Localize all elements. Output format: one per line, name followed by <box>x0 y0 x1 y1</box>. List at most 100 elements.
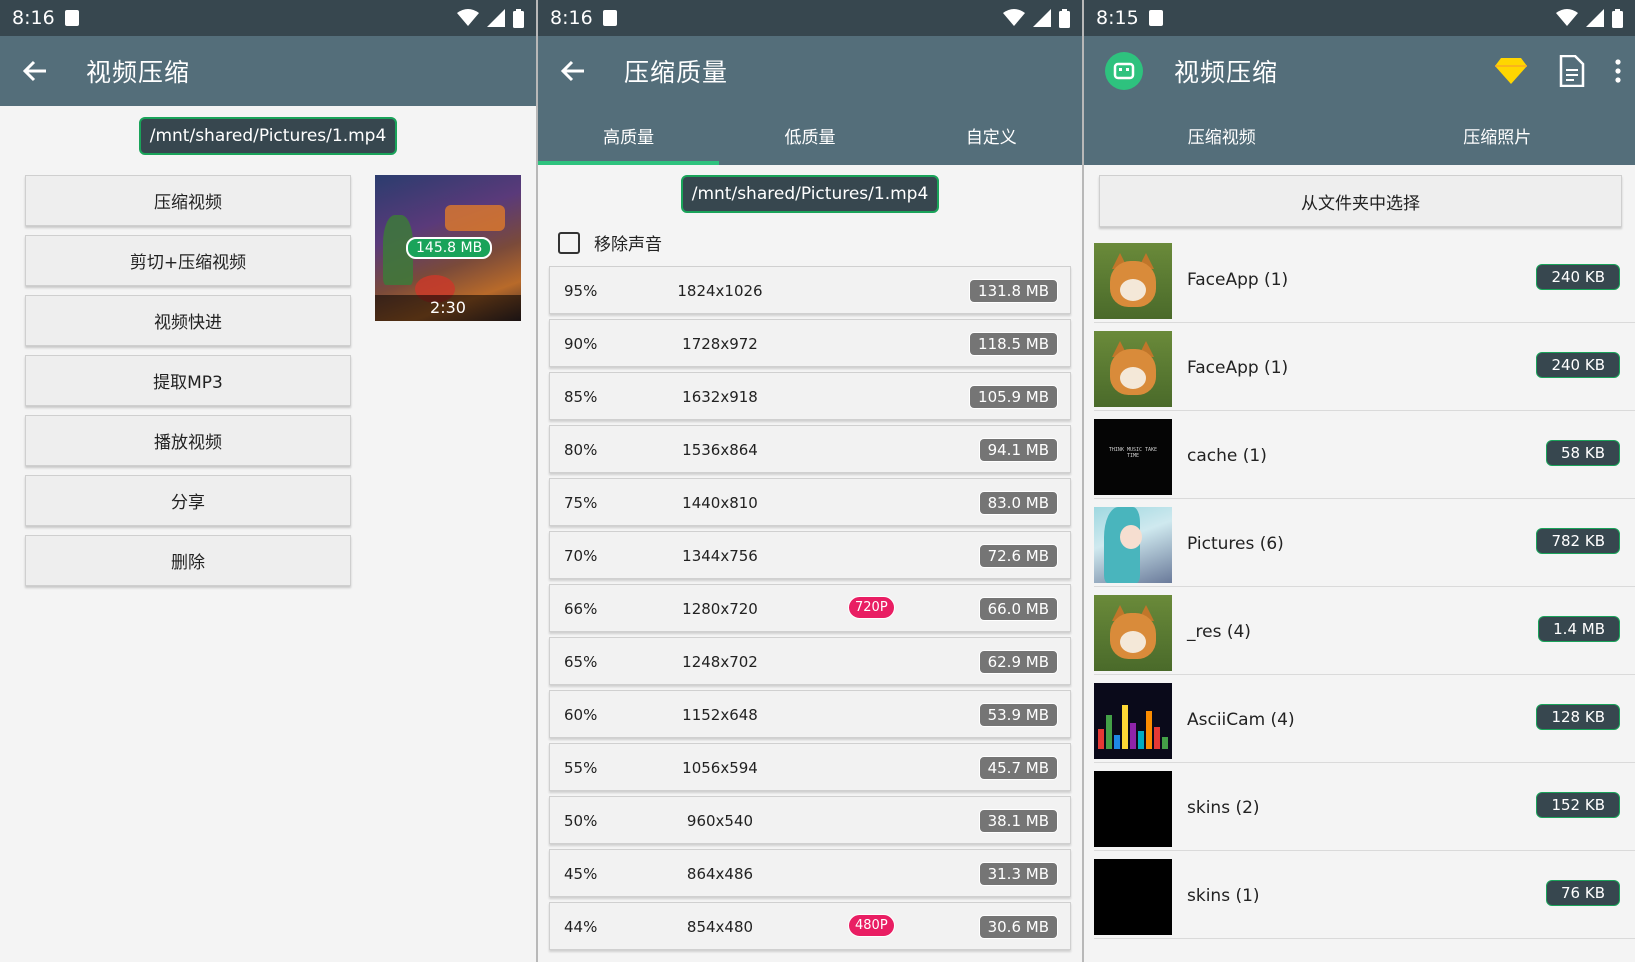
page-title: 视频压缩 <box>1174 58 1279 87</box>
folder-name: skins (2) <box>1187 798 1260 818</box>
panel-video-actions: 8:16 视频压缩 /mnt/shared/Pictures/1.mp4 压缩视… <box>0 0 536 962</box>
tab-compress-video[interactable]: 压缩视频 <box>1084 106 1360 165</box>
folder-row[interactable]: AsciiCam (4) 128 KB <box>1094 677 1635 763</box>
estimated-size-chip: 38.1 MB <box>978 809 1058 833</box>
folder-thumbnail <box>1094 771 1172 847</box>
folder-thumbnail <box>1094 683 1172 759</box>
file-path-chip: /mnt/shared/Pictures/1.mp4 <box>138 117 398 155</box>
notification-icon <box>64 10 79 26</box>
status-time: 8:15 <box>1096 7 1139 29</box>
notification-icon <box>1148 10 1163 26</box>
compress-video-button[interactable]: 压缩视频 <box>25 175 351 226</box>
premium-diamond-icon[interactable] <box>1495 58 1527 84</box>
estimated-size-chip: 72.6 MB <box>978 544 1058 568</box>
play-video-button[interactable]: 播放视频 <box>25 415 351 466</box>
folder-name: cache (1) <box>1187 446 1267 466</box>
quality-resolution: 1632x918 <box>682 388 758 406</box>
quality-row[interactable]: 65% 1248x702 62.9 MB <box>549 637 1071 685</box>
quality-row[interactable]: 85% 1632x918 105.9 MB <box>549 372 1071 420</box>
estimated-size-chip: 131.8 MB <box>969 279 1058 303</box>
quality-percent: 90% <box>564 335 598 353</box>
tab-compress-photo[interactable]: 压缩照片 <box>1360 106 1635 165</box>
quality-resolution: 1248x702 <box>682 653 758 671</box>
folder-row[interactable]: FaceApp (1) 240 KB <box>1094 237 1635 323</box>
remove-audio-checkbox[interactable] <box>558 231 580 254</box>
folder-row[interactable]: FaceApp (1) 240 KB <box>1094 325 1635 411</box>
back-arrow-icon[interactable] <box>558 56 588 86</box>
page-title: 视频压缩 <box>86 58 191 87</box>
quality-percent: 75% <box>564 494 598 512</box>
estimated-size-chip: 53.9 MB <box>978 703 1058 727</box>
fast-forward-button[interactable]: 视频快进 <box>25 295 351 346</box>
quality-percent: 45% <box>564 865 598 883</box>
file-path-chip: /mnt/shared/Pictures/1.mp4 <box>680 175 940 213</box>
share-button[interactable]: 分享 <box>25 475 351 526</box>
quality-resolution: 1728x972 <box>682 335 758 353</box>
folder-thumbnail <box>1094 595 1172 671</box>
more-options-icon[interactable] <box>1615 59 1621 83</box>
document-icon[interactable] <box>1557 55 1585 87</box>
estimated-size-chip: 83.0 MB <box>978 491 1058 515</box>
panel-compression-quality: 8:16 压缩质量 高质量 低质量 自定义 /mnt/shared/Pictur… <box>538 0 1082 962</box>
delete-button[interactable]: 删除 <box>25 535 351 586</box>
quality-row[interactable]: 66% 1280x720 720P 66.0 MB <box>549 584 1071 632</box>
folder-size-chip: 782 KB <box>1536 528 1620 554</box>
quality-row[interactable]: 45% 864x486 31.3 MB <box>549 849 1071 897</box>
quality-percent: 50% <box>564 812 598 830</box>
quality-row[interactable]: 75% 1440x810 83.0 MB <box>549 478 1071 526</box>
video-duration: 2:30 <box>375 295 521 321</box>
status-bar: 8:15 <box>1084 0 1635 36</box>
app-logo-icon <box>1105 52 1143 90</box>
remove-audio-option[interactable]: 移除声音 <box>558 230 662 255</box>
extract-mp3-button[interactable]: 提取MP3 <box>25 355 351 406</box>
back-arrow-icon[interactable] <box>20 56 50 86</box>
thumbnail-art <box>445 205 505 231</box>
quality-row[interactable]: 95% 1824x1026 131.8 MB <box>549 266 1071 314</box>
notification-icon <box>602 10 617 26</box>
battery-icon <box>513 8 524 28</box>
choose-from-folder-button[interactable]: 从文件夹中选择 <box>1099 175 1622 227</box>
quality-resolution: 1536x864 <box>682 441 758 459</box>
video-thumbnail[interactable]: 145.8 MB 2:30 <box>375 175 521 321</box>
quality-resolution: 864x486 <box>686 865 754 883</box>
folder-thumbnail: THINK MUSIC TAKE TIME <box>1094 419 1172 495</box>
quality-row[interactable]: 90% 1728x972 118.5 MB <box>549 319 1071 367</box>
folder-name: AsciiCam (4) <box>1187 710 1295 730</box>
quality-row[interactable]: 80% 1536x864 94.1 MB <box>549 425 1071 473</box>
quality-percent: 80% <box>564 441 598 459</box>
estimated-size-chip: 62.9 MB <box>978 650 1058 674</box>
quality-row[interactable]: 70% 1344x756 72.6 MB <box>549 531 1071 579</box>
estimated-size-chip: 30.6 MB <box>978 915 1058 939</box>
quality-resolution: 1152x648 <box>682 706 758 724</box>
folder-size-chip: 240 KB <box>1536 352 1620 378</box>
app-bar: 视频压缩 <box>1084 36 1635 106</box>
quality-resolution: 1280x720 <box>682 600 758 618</box>
status-bar: 8:16 <box>0 0 536 36</box>
folder-thumbnail <box>1094 331 1172 407</box>
estimated-size-chip: 105.9 MB <box>969 385 1058 409</box>
quality-row[interactable]: 44% 854x480 480P 30.6 MB <box>549 902 1071 950</box>
estimated-size-chip: 66.0 MB <box>978 597 1058 621</box>
quality-row[interactable]: 60% 1152x648 53.9 MB <box>549 690 1071 738</box>
folder-size-chip: 128 KB <box>1536 704 1620 730</box>
folder-row[interactable]: skins (1) 76 KB <box>1094 853 1635 939</box>
estimated-size-chip: 45.7 MB <box>978 756 1058 780</box>
folder-row[interactable]: THINK MUSIC TAKE TIME cache (1) 58 KB <box>1094 413 1635 499</box>
app-bar: 压缩质量 <box>538 36 1082 106</box>
resolution-badge: 480P <box>848 914 895 937</box>
quality-row[interactable]: 55% 1056x594 45.7 MB <box>549 743 1071 791</box>
folder-name: skins (1) <box>1187 886 1260 906</box>
estimated-size-chip: 31.3 MB <box>978 862 1058 886</box>
page-title: 压缩质量 <box>624 58 729 87</box>
folder-thumbnail <box>1094 243 1172 319</box>
quality-row[interactable]: 50% 960x540 38.1 MB <box>549 796 1071 844</box>
folder-row[interactable]: Pictures (6) 782 KB <box>1094 501 1635 587</box>
folder-row[interactable]: skins (2) 152 KB <box>1094 765 1635 851</box>
tab-high-quality[interactable]: 高质量 <box>538 106 720 165</box>
tab-low-quality[interactable]: 低质量 <box>719 106 900 165</box>
folder-row[interactable]: _res (4) 1.4 MB <box>1094 589 1635 675</box>
quality-resolution: 960x540 <box>686 812 754 830</box>
tab-custom[interactable]: 自定义 <box>901 106 1082 165</box>
cut-compress-button[interactable]: 剪切+压缩视频 <box>25 235 351 286</box>
folder-size-chip: 240 KB <box>1536 264 1620 290</box>
